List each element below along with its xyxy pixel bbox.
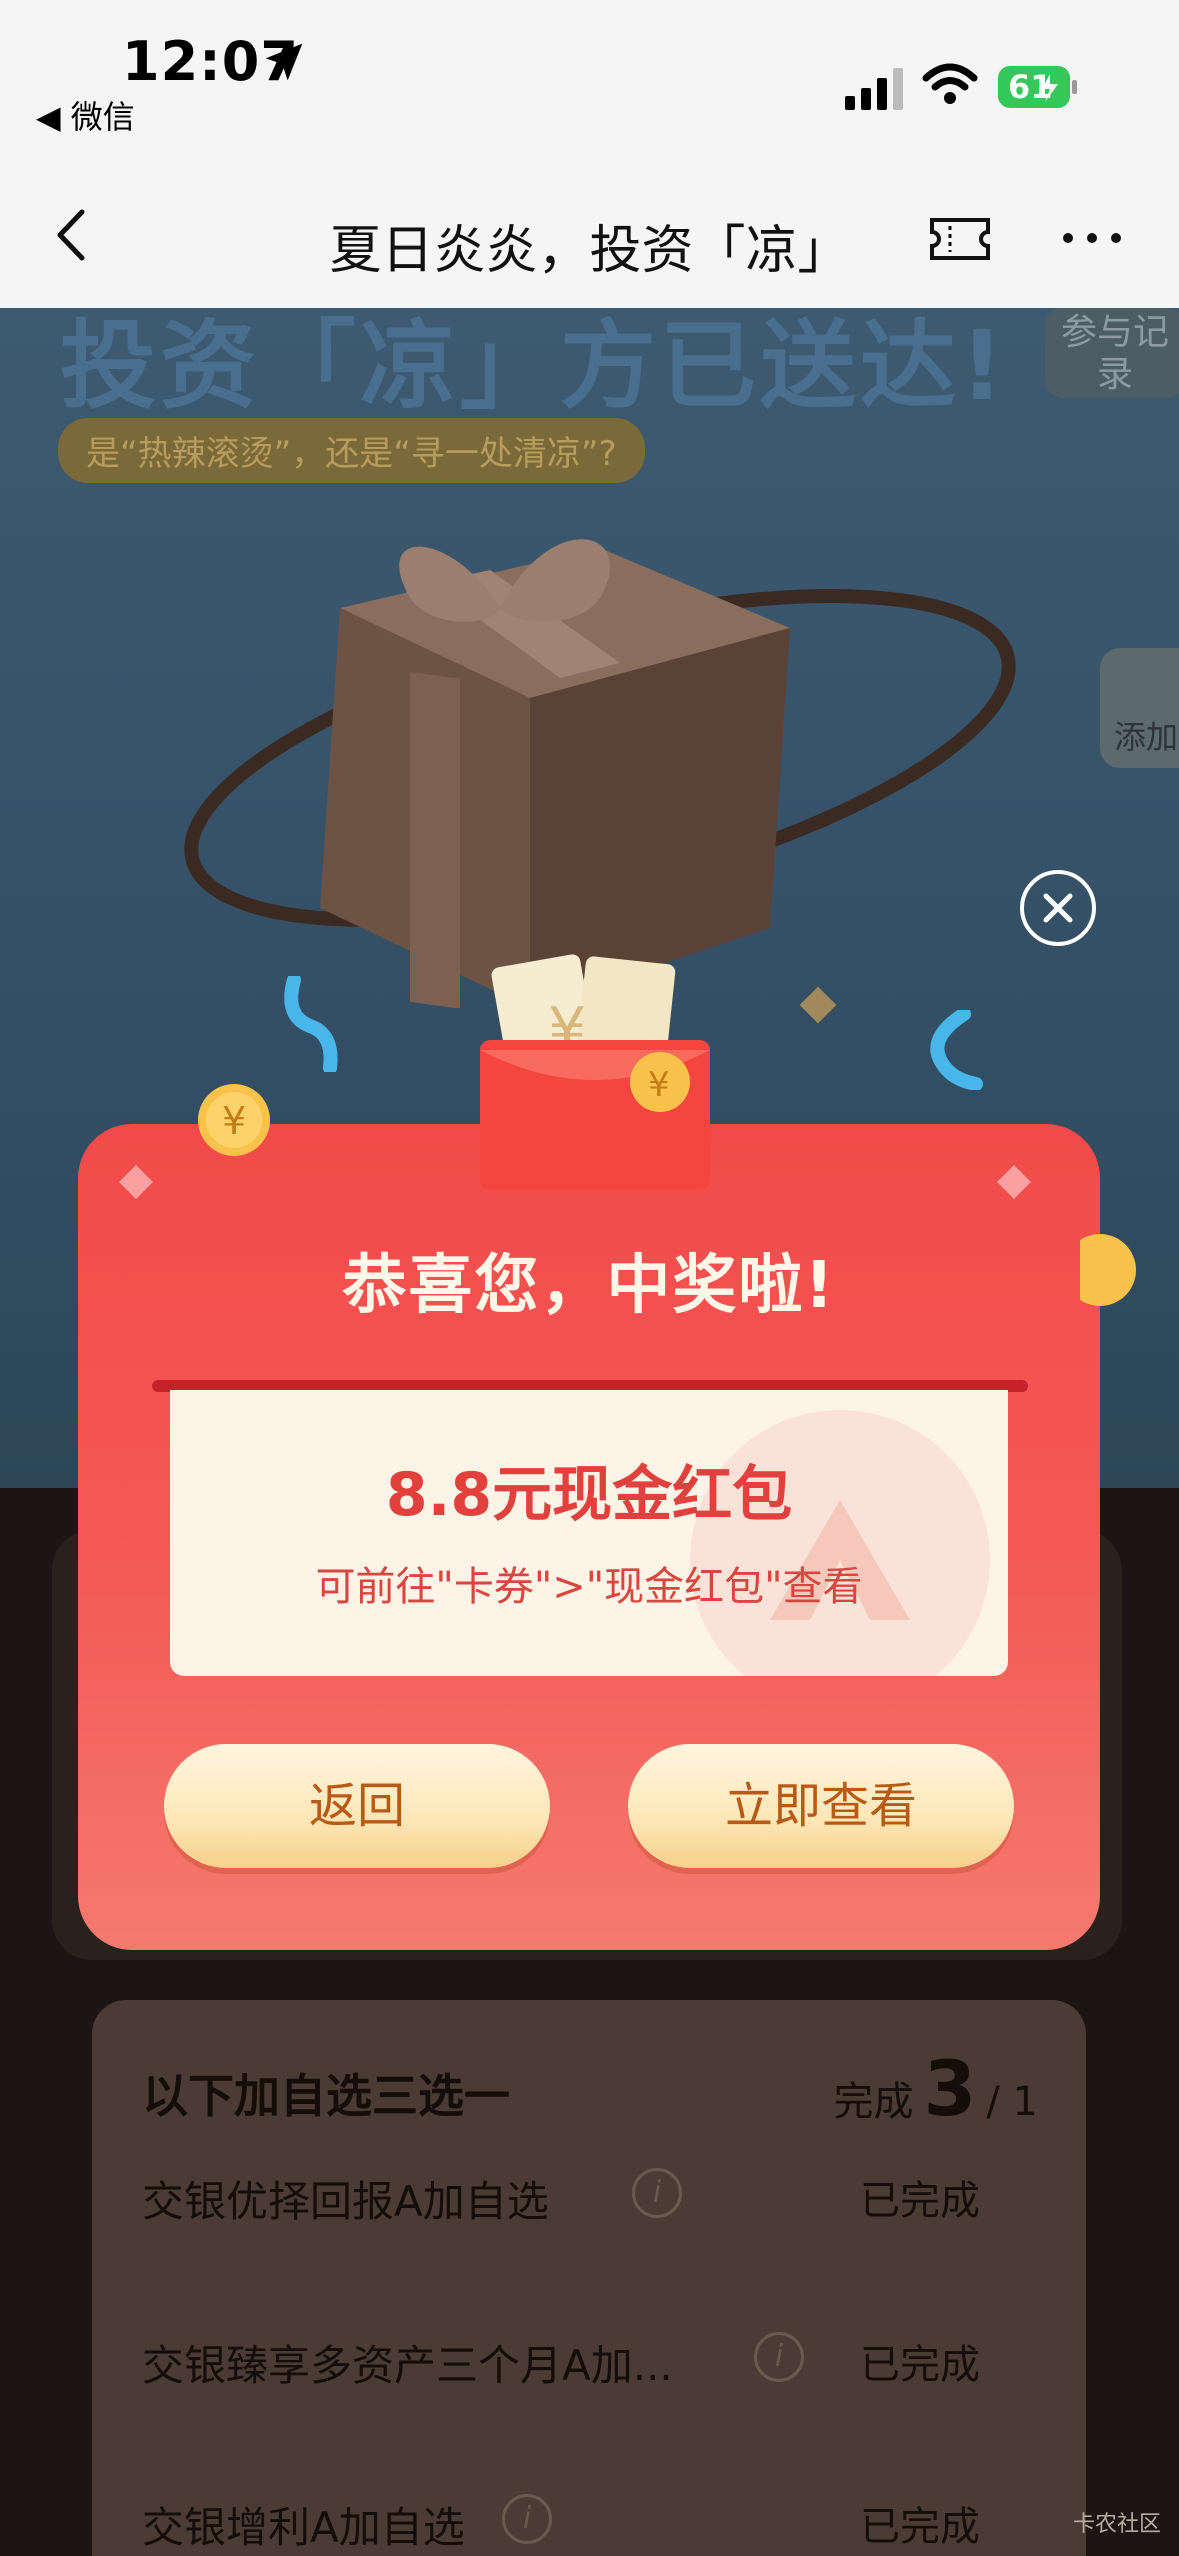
page-title: 夏日炎炎，投资「凉」 xyxy=(329,221,850,281)
ribbon-decoration-icon xyxy=(930,1010,983,1090)
prize-card: 8.8元现金红包 可前往"卡券">"现金红包"查看 xyxy=(170,1390,1008,1676)
prize-modal: 恭喜您，中奖啦! 8.8元现金红包 可前往"卡券">"现金红包"查看 返回 立即… xyxy=(78,1124,1100,1950)
coin-icon: ¥ xyxy=(198,1084,270,1156)
diamond-decoration xyxy=(119,1165,153,1199)
progress-prefix: 完成 xyxy=(833,2079,914,2125)
modal-title: 恭喜您，中奖啦! xyxy=(342,1249,836,1323)
svg-text:¥: ¥ xyxy=(222,1099,246,1143)
ribbon-decoration-icon xyxy=(284,976,338,1072)
back-button[interactable]: 返回 xyxy=(164,1744,550,1868)
hero-subtitle: 是“热辣滚烫”，还是“寻一处清凉”? xyxy=(58,418,645,483)
back-to-app-link[interactable]: ◀ 微信 xyxy=(36,92,135,138)
prize-hint: 可前往"卡券">"现金红包"查看 xyxy=(315,1564,863,1610)
task-list-heading: 以下加自选三选一 xyxy=(142,2069,510,2123)
prize-amount: 8.8元现金红包 xyxy=(385,1460,793,1530)
battery-percent: 61 xyxy=(1008,68,1053,106)
add-button[interactable]: 添加 xyxy=(1100,648,1179,768)
nav-bar: 夏日炎炎，投资「凉」 xyxy=(0,170,1179,308)
task-status: 已完成 xyxy=(860,2504,980,2550)
diamond-decoration xyxy=(997,1165,1031,1199)
battery-indicator: 61 xyxy=(998,66,1078,108)
task-progress: 完成 3/ 1 xyxy=(833,2044,1038,2133)
task-status: 已完成 xyxy=(860,2178,980,2224)
ticket-icon[interactable] xyxy=(928,214,992,264)
wifi-icon xyxy=(922,63,978,104)
gift-box-icon xyxy=(184,539,1016,1008)
progress-total: / 1 xyxy=(986,2079,1038,2125)
progress-done: 3 xyxy=(923,2044,977,2133)
coin-icon xyxy=(1080,1234,1136,1306)
task-status: 已完成 xyxy=(860,2342,980,2388)
close-popup-button[interactable] xyxy=(1020,870,1096,946)
location-arrow-icon xyxy=(265,43,303,81)
cellular-signal-icon xyxy=(845,68,903,110)
more-options-icon[interactable] xyxy=(1060,216,1124,260)
task-row[interactable]: 交银优择回报A加自选 i 已完成 xyxy=(142,2162,1042,2232)
red-envelope-icon: ¥ ¥ xyxy=(480,954,710,1190)
info-icon[interactable]: i xyxy=(632,2168,682,2218)
close-icon xyxy=(1043,893,1073,923)
task-name: 交银优择回报A加自选 xyxy=(142,2177,549,2226)
task-name: 交银增利A加自选 xyxy=(142,2503,465,2552)
info-icon[interactable]: i xyxy=(754,2332,804,2382)
task-row[interactable]: 交银臻享多资产三个月A加... i 已完成 xyxy=(142,2326,1042,2396)
hero-title: 投资「凉」方已送达! xyxy=(60,310,1008,422)
task-list-panel: 以下加自选三选一 完成 3/ 1 交银优择回报A加自选 i 已完成 交银臻享多资产… xyxy=(92,2000,1086,2556)
info-icon[interactable]: i xyxy=(502,2494,552,2544)
participation-record-button[interactable]: 参与记录 xyxy=(1045,308,1179,398)
view-now-button[interactable]: 立即查看 xyxy=(628,1744,1014,1868)
task-row[interactable]: 交银增利A加自选 i 已完成 xyxy=(142,2488,1042,2556)
watermark: 卡农社区 xyxy=(1072,2512,1161,2537)
svg-text:¥: ¥ xyxy=(648,1065,670,1105)
task-name: 交银臻享多资产三个月A加... xyxy=(142,2341,673,2390)
status-bar: 12:07 ◀ 微信 61 xyxy=(0,0,1179,170)
